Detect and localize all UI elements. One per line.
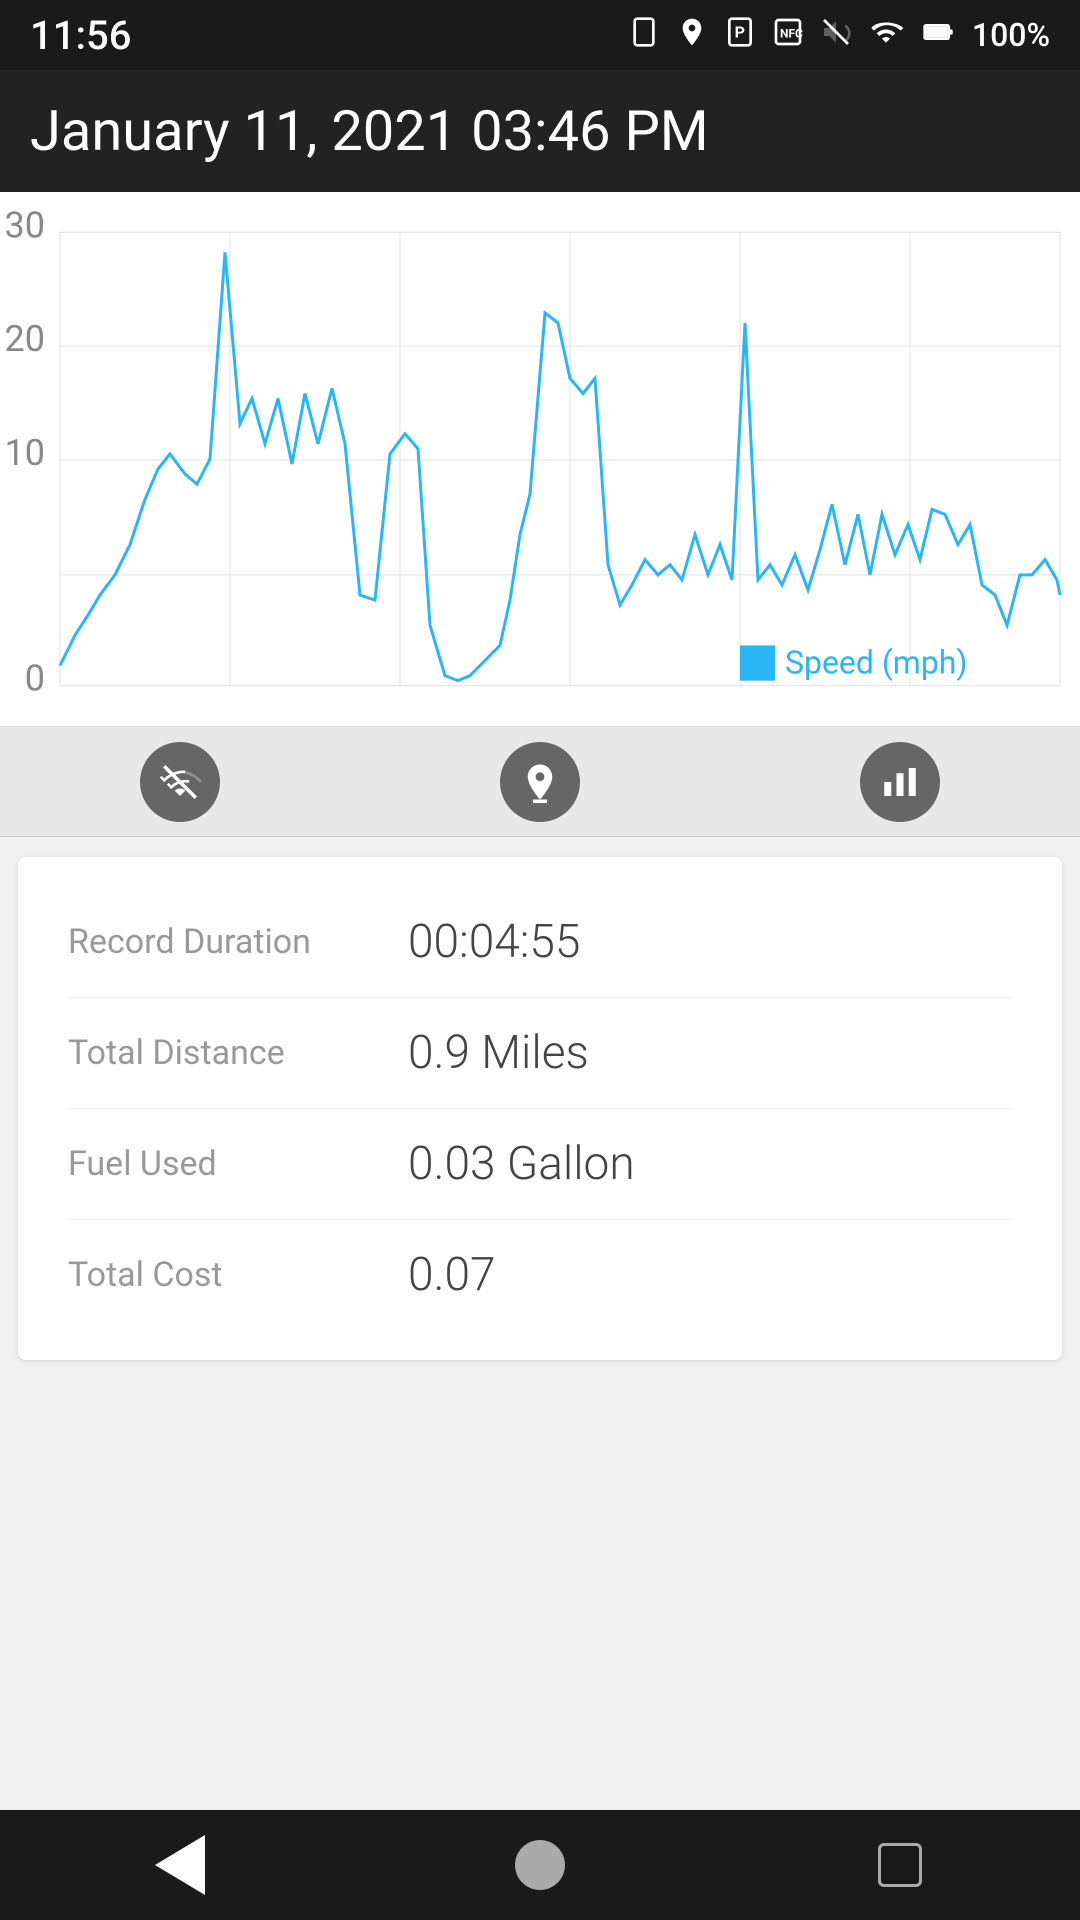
stat-label-duration: Record Duration [68,922,408,962]
svg-text:10: 10 [5,431,45,474]
svg-text:0: 0 [25,657,45,700]
toolbar [0,727,1080,837]
stat-label-cost: Total Cost [68,1255,408,1295]
phone-icon [628,16,660,55]
mute-icon [820,16,852,55]
stats-card: Record Duration 00:04:55 Total Distance … [18,857,1062,1360]
stat-row-distance: Total Distance 0.9 Miles [68,998,1012,1109]
wifi-toolbar-button[interactable] [140,742,220,822]
battery-percent: 100% [972,16,1050,54]
stat-row-fuel: Fuel Used 0.03 Gallon [68,1109,1012,1220]
back-button[interactable] [140,1825,220,1905]
status-bar: 11:56 P NFC 100% [0,0,1080,70]
svg-text:20: 20 [5,317,45,360]
home-button[interactable] [500,1825,580,1905]
wifi-status-icon [868,16,904,55]
chart-container: 30 20 10 0 Speed (mph) [0,192,1080,727]
back-icon [155,1835,205,1895]
recents-icon [878,1843,922,1887]
stat-value-fuel: 0.03 Gallon [408,1137,635,1191]
battery-icon [920,16,956,55]
chart-inner: 30 20 10 0 Speed (mph) [0,202,1080,726]
header-title: January 11, 2021 03:46 PM [30,98,1050,164]
svg-text:P: P [735,22,745,41]
status-time: 11:56 [30,12,131,59]
parking-icon: P [724,16,756,55]
app-header: January 11, 2021 03:46 PM [0,70,1080,192]
svg-text:NFC: NFC [780,26,803,40]
chart-toolbar-button[interactable] [860,742,940,822]
nav-bar [0,1810,1080,1920]
stat-label-distance: Total Distance [68,1033,408,1073]
speed-chart: 30 20 10 0 Speed (mph) [0,202,1080,726]
svg-text:Speed (mph): Speed (mph) [785,643,968,681]
status-icons: P NFC 100% [628,16,1050,55]
svg-text:30: 30 [5,203,45,246]
stat-value-cost: 0.07 [408,1248,496,1302]
nfc-icon: NFC [772,16,804,55]
home-icon [515,1840,565,1890]
location-status-icon [676,16,708,55]
stat-row-cost: Total Cost 0.07 [68,1220,1012,1330]
stat-row-duration: Record Duration 00:04:55 [68,887,1012,998]
stat-value-duration: 00:04:55 [408,915,580,969]
stat-label-fuel: Fuel Used [68,1144,408,1184]
location-toolbar-button[interactable] [500,742,580,822]
recents-button[interactable] [860,1825,940,1905]
stat-value-distance: 0.9 Miles [408,1026,589,1080]
